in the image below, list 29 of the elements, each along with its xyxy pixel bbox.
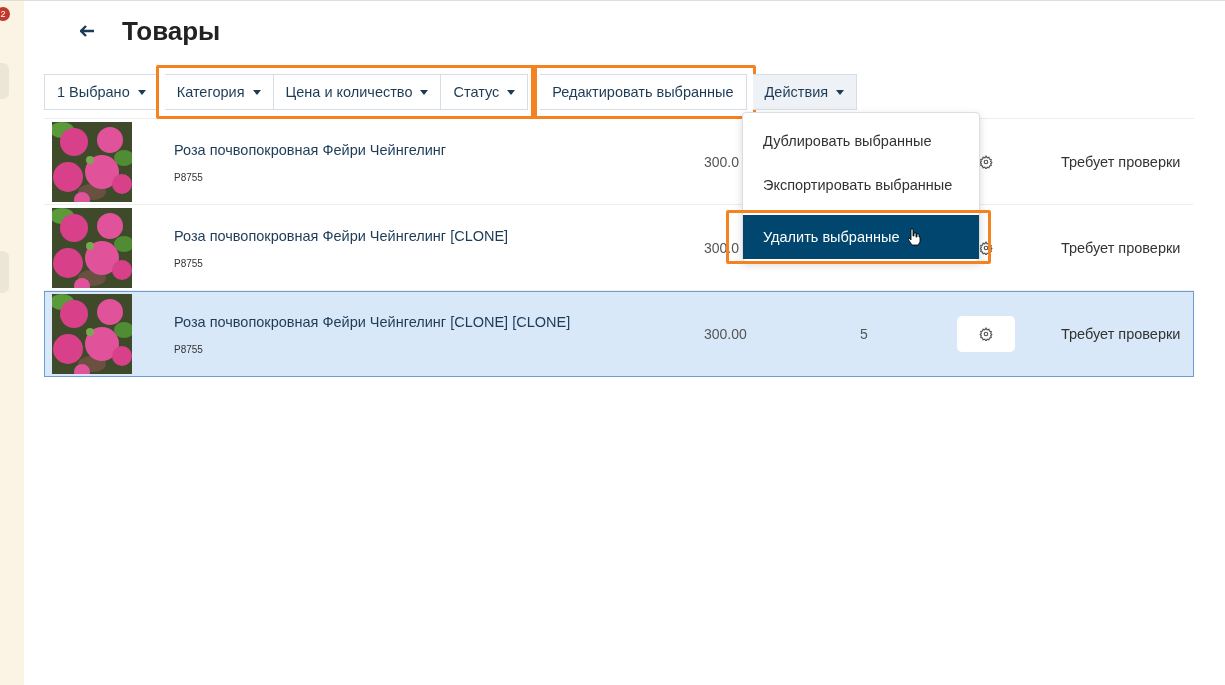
toolbar-button[interactable]: Категория <box>164 74 274 110</box>
menu-item[interactable]: Удалить выбранные <box>743 215 979 259</box>
toolbar-button[interactable]: Редактировать выбранные <box>540 74 747 110</box>
status-cell: Требует проверки <box>1061 240 1181 256</box>
menu-item[interactable]: Экспортировать выбранные <box>743 163 979 207</box>
gear-icon <box>979 241 993 255</box>
menu-item[interactable]: Дублировать выбранные <box>743 119 979 163</box>
page-title: Товары <box>122 15 221 47</box>
product-name[interactable]: Роза почвопокровная Фейри Чейнгелинг <box>174 141 704 158</box>
price-cell-text: 300.0 <box>704 154 741 170</box>
status-cell: Требует проверки <box>1061 326 1181 342</box>
product-row[interactable]: Роза почвопокровная Фейри Чейнгелинг [CLONE] [CLONE] P8755 300.00 5 Требует проверки <box>44 291 1194 377</box>
back-arrow-icon[interactable] <box>80 25 94 37</box>
notification-badge: 2 <box>0 7 10 21</box>
product-sku: P8755 <box>174 171 204 183</box>
status-cell: Требует проверки <box>1061 154 1181 170</box>
gear-icon <box>979 155 993 169</box>
product-sku: P8755 <box>174 343 204 355</box>
product-name[interactable]: Роза почвопокровная Фейри Чейнгелинг [CLONE] [CLONE] <box>174 313 704 330</box>
hand-cursor-icon <box>907 228 922 246</box>
toolbar-button[interactable]: Цена и количество <box>273 74 442 110</box>
toolbar-button[interactable]: 1 Выбрано <box>44 74 159 110</box>
toolbar-button[interactable]: Действия <box>752 74 858 110</box>
gear-icon <box>979 327 993 341</box>
product-name[interactable]: Роза почвопокровная Фейри Чейнгелинг [CLONE] <box>174 227 704 244</box>
product-sku: P8755 <box>174 257 204 269</box>
price-cell-text: 300.00 <box>704 326 748 342</box>
toolbar-button[interactable]: Статус <box>441 74 529 110</box>
quantity-cell-text: 5 <box>860 326 869 342</box>
